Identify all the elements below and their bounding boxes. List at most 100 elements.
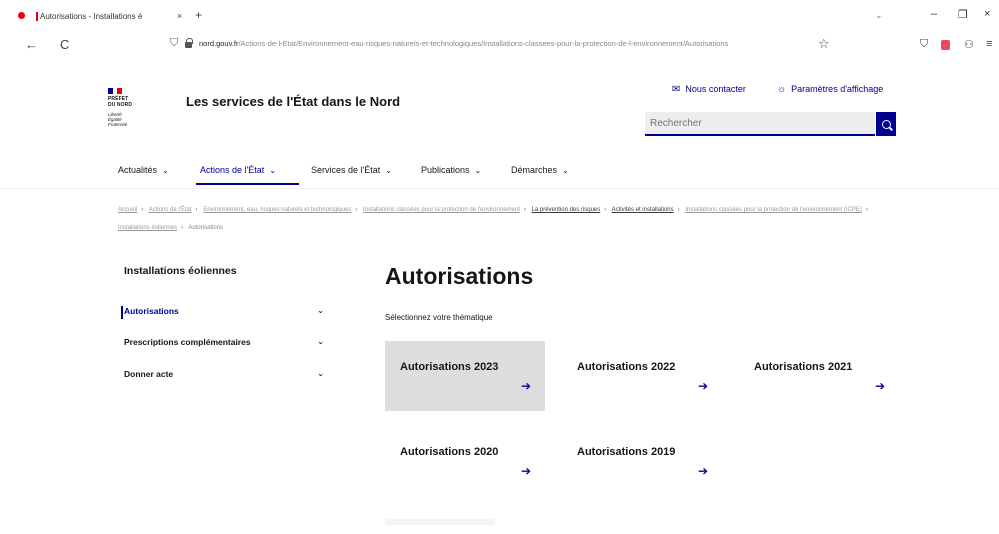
search-field[interactable] [645, 112, 875, 136]
display-settings-label: Paramètres d'affichage [791, 84, 884, 94]
url-domain: nord.gouv.fr [199, 39, 239, 48]
chevron-down-icon: ⌄ [562, 166, 569, 175]
breadcrumb-link[interactable]: Activités et installations [612, 207, 674, 213]
browser-tab[interactable]: Autorisations - Installations é [36, 6, 184, 26]
search-icon [881, 119, 891, 129]
header-divider [0, 188, 999, 189]
breadcrumb-separator-icon: › [141, 207, 144, 213]
arrow-right-icon: ➔ [874, 379, 885, 393]
breadcrumb-separator-icon: › [677, 207, 680, 213]
arrow-right-icon: ➔ [697, 379, 708, 393]
restore-button[interactable]: ❐ [958, 8, 968, 21]
display-settings-link[interactable]: ☼ Paramètres d'affichage [777, 84, 883, 95]
site-favicon-icon [18, 12, 25, 19]
tile-label: Autorisations 2023 [400, 361, 499, 373]
tile-label: Autorisations 2021 [754, 361, 853, 373]
breadcrumb-separator-icon: › [355, 207, 358, 213]
breadcrumb-link[interactable]: Installations classées pour la protectio… [363, 207, 520, 213]
chevron-down-icon: ⌄ [474, 166, 482, 175]
lock-icon[interactable] [185, 38, 193, 48]
nav-item-actualites[interactable]: Actualités ⌄ [118, 165, 169, 175]
nav-item-services-etat[interactable]: Services de l'État ⌄ [311, 165, 392, 175]
active-nav-indicator [196, 183, 299, 185]
tab-marker-icon [36, 12, 38, 22]
search-button[interactable] [876, 112, 896, 136]
breadcrumb-link[interactable]: Accueil [118, 207, 137, 213]
breadcrumb: Accueil › Actions de l'État › Environnemen… [118, 201, 898, 237]
chevron-down-icon[interactable]: ⌄ [317, 306, 324, 315]
arrow-right-icon: ➔ [520, 379, 531, 393]
url-path: /Actions-de-l-Etat/Environnement-eau-ris… [238, 39, 729, 48]
breadcrumb-link[interactable]: Installations classées pour la protectio… [685, 207, 862, 213]
tile-label: Autorisations 2022 [577, 361, 676, 373]
menu-icon[interactable]: ≡ [986, 38, 992, 50]
reload-button[interactable]: C [60, 37, 69, 52]
marianne-flag-icon [108, 88, 123, 94]
nav-label: Publications [421, 165, 470, 175]
search-input[interactable] [645, 112, 875, 134]
prefet-logo[interactable]: PRÉFET DU NORD Liberté Égalité Fraternit… [108, 88, 154, 144]
contact-label: Nous contacter [685, 84, 746, 94]
chevron-down-icon: ⌄ [385, 166, 392, 175]
account-icon[interactable]: ⚇ [964, 38, 974, 51]
breadcrumb-separator-icon: › [523, 207, 526, 213]
arrow-right-icon: ➔ [520, 464, 531, 478]
chevron-down-icon[interactable]: ⌄ [317, 337, 324, 346]
tile-label: Autorisations 2019 [577, 446, 676, 458]
nav-label: Démarches [511, 165, 558, 175]
page-title: Autorisations [385, 263, 534, 289]
mail-icon: ✉ [672, 84, 681, 95]
tab-list-chevron-icon[interactable]: ⌄ [875, 10, 883, 21]
breadcrumb-link[interactable]: La prévention des risques [532, 207, 601, 213]
chevron-down-icon: ⌄ [162, 166, 169, 175]
breadcrumb-link[interactable]: Installations éoliennes [118, 225, 177, 231]
extension-icon[interactable] [941, 40, 950, 50]
breadcrumb-link[interactable]: Actions de l'État [149, 207, 192, 213]
sidebar-item-prescriptions[interactable]: Prescriptions complémentaires ⌄ [124, 337, 334, 353]
sun-icon: ☼ [777, 84, 787, 95]
tile-autorisations-2020[interactable]: Autorisations 2020 ➔ [385, 426, 545, 496]
sidebar-title: Installations éoliennes [124, 265, 237, 277]
breadcrumb-separator-icon: › [195, 207, 198, 213]
bookmark-star-icon[interactable]: ☆ [818, 36, 830, 52]
motto-fraternite: Fraternité [108, 122, 128, 127]
sidebar-item-donner-acte[interactable]: Donner acte ⌄ [124, 369, 334, 385]
nav-item-actions-etat[interactable]: Actions de l'État ⌄ [200, 165, 276, 175]
site-title[interactable]: Les services de l'État dans le Nord [186, 93, 416, 111]
chevron-down-icon[interactable]: ⌄ [317, 369, 324, 378]
back-button[interactable]: ← [25, 37, 38, 52]
nav-label: Actualités [118, 165, 158, 175]
minimize-button[interactable]: – [931, 8, 937, 20]
sidebar-item-autorisations[interactable]: Autorisations ⌄ [121, 306, 334, 322]
tile-autorisations-2019[interactable]: Autorisations 2019 ➔ [562, 426, 722, 496]
nav-item-publications[interactable]: Publications ⌄ [421, 165, 481, 175]
breadcrumb-separator-icon: › [604, 207, 607, 213]
tab-close-icon[interactable]: × [177, 11, 182, 21]
page-footer-hint [385, 519, 495, 525]
sidebar-item-label: Autorisations [124, 306, 179, 316]
tile-autorisations-2023[interactable]: Autorisations 2023 ➔ [385, 341, 545, 411]
new-tab-button[interactable]: + [195, 8, 202, 22]
arrow-right-icon: ➔ [697, 464, 708, 478]
tile-label: Autorisations 2020 [400, 446, 499, 458]
breadcrumb-separator-icon: › [865, 207, 868, 213]
contact-link[interactable]: ✉ Nous contacter [672, 84, 746, 95]
chevron-down-icon: ⌄ [269, 166, 276, 175]
tracking-shield-icon[interactable]: ⛉ [170, 37, 178, 50]
pocket-icon[interactable]: ⛉ [920, 38, 928, 51]
close-window-button[interactable]: × [984, 8, 990, 20]
tab-title: Autorisations - Installations é [40, 12, 143, 21]
logo-line-2: DU NORD [108, 101, 133, 108]
tile-autorisations-2022[interactable]: Autorisations 2022 ➔ [562, 341, 722, 411]
nav-item-demarches[interactable]: Démarches ⌄ [511, 165, 569, 175]
address-bar[interactable]: ⛉ nord.gouv.fr/Actions-de-l-Etat/Environ… [165, 36, 845, 54]
logo-motto: Liberté Égalité Fraternité [108, 112, 154, 127]
page-subtitle: Sélectionnez votre thématique [385, 313, 493, 322]
tile-autorisations-2021[interactable]: Autorisations 2021 ➔ [739, 341, 899, 411]
url-text[interactable]: nord.gouv.fr/Actions-de-l-Etat/Environne… [199, 39, 799, 48]
breadcrumb-current: Autorisations [188, 225, 224, 231]
sidebar-item-label: Donner acte [124, 369, 174, 379]
nav-label: Actions de l'État [200, 165, 265, 175]
breadcrumb-separator-icon: › [181, 225, 184, 231]
breadcrumb-link[interactable]: Environnement, eau, risques naturels et … [203, 207, 351, 213]
